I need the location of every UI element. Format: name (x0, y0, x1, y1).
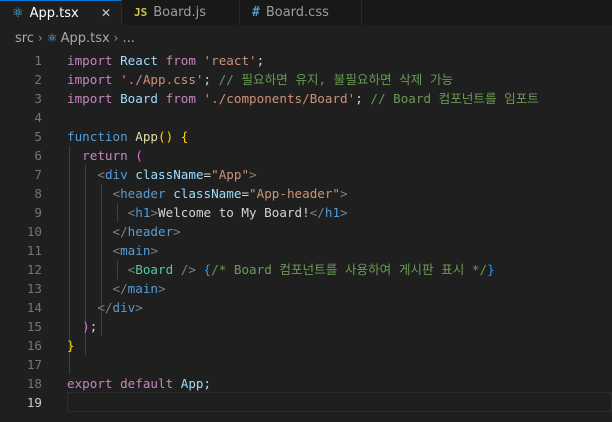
line-number: 5 (34, 129, 42, 144)
breadcrumb: src › ⚛ App.tsx › ... (0, 25, 612, 51)
line-code: </header> (112, 224, 181, 239)
code-line[interactable]: 10 </header> (0, 222, 612, 241)
chevron-right-icon: › (113, 31, 119, 45)
line-number: 10 (26, 224, 42, 239)
code-line[interactable]: 6 return ( (0, 146, 612, 165)
line-number: 4 (34, 110, 42, 125)
code-line[interactable]: 13 </main> (0, 279, 612, 298)
code-line[interactable]: 2 import './App.css'; // 필요하면 유지, 불필요하면 삭… (0, 70, 612, 89)
tab-app-tsx[interactable]: ⚛ App.tsx ✕ (0, 0, 122, 25)
breadcrumb-more[interactable]: ... (122, 31, 134, 46)
tab-board-js[interactable]: JS Board.js (122, 0, 240, 25)
css-icon: # (252, 5, 260, 20)
code-line[interactable]: 8 <header className="App-header"> (0, 184, 612, 203)
code-line[interactable]: 5 function App() { (0, 127, 612, 146)
line-number: 14 (26, 300, 42, 315)
line-code: } (67, 338, 75, 353)
chevron-right-icon: › (37, 31, 43, 45)
line-number: 19 (26, 395, 42, 410)
line-number: 17 (26, 357, 42, 372)
code-line[interactable]: 11 <main> (0, 241, 612, 260)
editor-tab-bar: ⚛ App.tsx ✕ JS Board.js # Board.css (0, 0, 612, 25)
code-editor[interactable]: 1 import React from 'react'; 2 import './Ap… (0, 51, 612, 422)
line-number: 12 (26, 262, 42, 277)
line-number: 8 (34, 186, 42, 201)
code-line[interactable]: 16} (0, 336, 612, 355)
code-line[interactable]: 12 <Board /> {/* Board 컴포넌트를 사용하여 게시판 표시… (0, 260, 612, 279)
code-line[interactable]: 18 export default App; (0, 374, 612, 393)
line-code: function App() { (67, 129, 189, 144)
line-number: 16 (26, 338, 42, 353)
js-icon: JS (134, 6, 148, 19)
line-number: 9 (34, 205, 42, 220)
code-line[interactable]: 17 (0, 355, 612, 374)
tab-label: Board.css (265, 5, 329, 20)
code-line[interactable]: 9 <h1>Welcome to My Board!</h1> (0, 203, 612, 222)
line-code: <main> (112, 243, 159, 258)
tab-board-css[interactable]: # Board.css (240, 0, 362, 25)
close-icon[interactable]: ✕ (101, 6, 111, 20)
line-number: 15 (26, 319, 42, 334)
code-line[interactable]: 3 import Board from './components/Board';… (0, 89, 612, 108)
line-code: import React from 'react'; (67, 53, 265, 68)
line-code: <Board /> {/* Board 컴포넌트를 사용하여 게시판 표시 */… (127, 262, 495, 277)
line-number: 13 (26, 281, 42, 296)
code-line[interactable]: 19 (0, 393, 612, 412)
line-number: 1 (34, 53, 42, 68)
line-code: <header className="App-header"> (112, 186, 348, 201)
line-code: return ( (82, 148, 143, 163)
code-line[interactable]: 14 </div> (0, 298, 612, 317)
line-number: 2 (34, 72, 42, 87)
line-number: 3 (34, 91, 42, 106)
line-number: 11 (26, 243, 42, 258)
line-code: </main> (112, 281, 166, 296)
line-number: 6 (34, 148, 42, 163)
line-code: <div className="App"> (97, 167, 257, 182)
line-code: </div> (97, 300, 143, 315)
breadcrumb-folder[interactable]: src (15, 31, 34, 46)
code-line[interactable]: 4 (0, 108, 612, 127)
breadcrumb-file[interactable]: App.tsx (61, 31, 110, 46)
react-icon: ⚛ (12, 5, 24, 21)
react-icon: ⚛ (46, 31, 58, 45)
code-line[interactable]: 1 import React from 'react'; (0, 51, 612, 70)
line-code: import './App.css'; // 필요하면 유지, 불필요하면 삭제… (67, 72, 454, 87)
code-line[interactable]: 7 <div className="App"> (0, 165, 612, 184)
line-number: 18 (26, 376, 42, 391)
line-code: <h1>Welcome to My Board!</h1> (127, 205, 348, 220)
tab-label: App.tsx (29, 5, 79, 21)
line-code: export default App; (67, 376, 212, 391)
line-number: 7 (34, 167, 42, 182)
tab-label: Board.js (153, 5, 206, 20)
line-code: import Board from './components/Board'; … (67, 91, 539, 106)
line-code: ); (82, 319, 98, 334)
code-line[interactable]: 15 ); (0, 317, 612, 336)
